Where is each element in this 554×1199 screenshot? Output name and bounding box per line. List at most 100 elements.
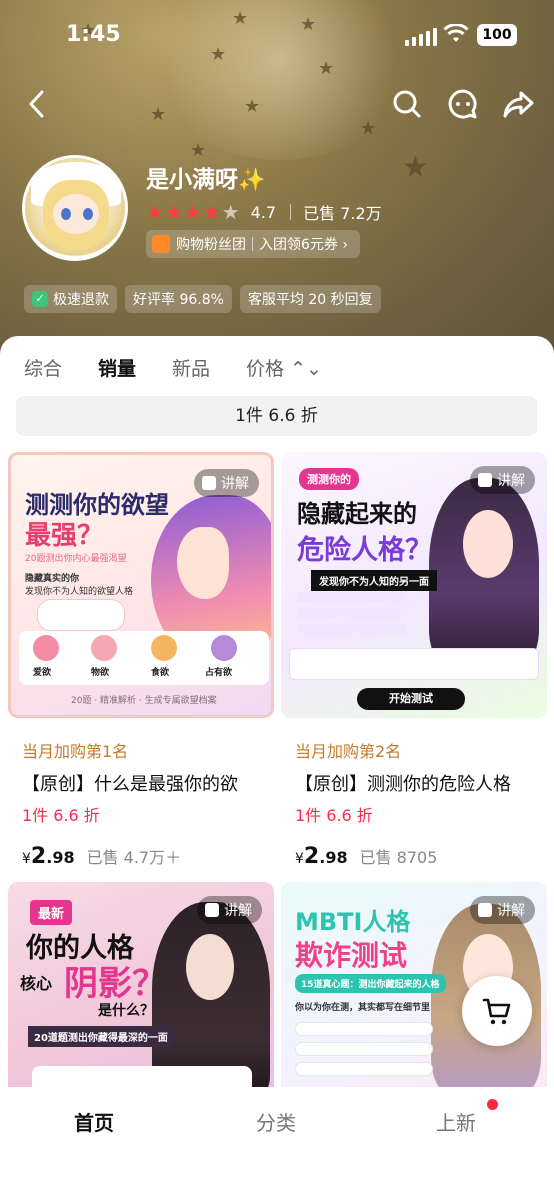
art-title-line3: 阴影？ [64,964,166,1004]
badge-label: 极速退款 [53,292,109,308]
product-rank: 当月加购第2名 [295,742,402,761]
art-chip-label: 占有欲 [205,668,233,678]
sparkle-icon: ✨ [238,168,266,193]
art-feature-list [295,1022,435,1096]
explain-label: 讲解 [221,476,249,492]
badge-response-time[interactable]: 客服平均 20 秒回复 [239,285,381,313]
shop-avatar[interactable] [22,155,128,261]
product-thumbnail[interactable]: 测测你的 隐藏起来的 危险人格？ 发现你不为人知的另一面 开始测试 讲解 [281,452,547,718]
explain-button[interactable]: 讲解 [470,466,535,494]
star-decoration: ★ [402,150,429,185]
art-chip-row: 爱欲 物欲 食欲 占有欲 [19,631,269,685]
shop-name: 是小满呀✨ [146,160,265,194]
art-chip-label: 物欲 [91,668,110,678]
rating-score: 4.7 [250,202,277,222]
art-cta: 开始测试 [357,688,465,710]
product-rank: 当月加购第1名 [22,742,129,761]
chat-bubble-icon [448,89,477,119]
product-thumbnail[interactable]: 最新 你的人格 核心 阴影？ 是什么？ 20道题测出你藏得最深的一面 讲解 [8,882,274,1096]
product-sold: 已售 4.7万＋ [86,848,182,867]
explain-icon [202,476,216,490]
status-time: 1:45 [66,22,121,47]
product-card[interactable]: 最新 你的人格 核心 阴影？ 是什么？ 20道题测出你藏得最深的一面 讲解 [8,882,274,1096]
tab-new[interactable]: 新品 [172,354,210,381]
product-discount: 1件 6.6 折 [22,806,100,825]
sort-tabs: 综合 销量 新品 价格 ⌃⌄ [24,354,322,381]
star-decoration: ★ [190,140,207,161]
price-currency: ¥ [295,851,304,867]
product-card[interactable]: 测测你的欲望 最强？ 20题测出你内心最强渴望 隐藏真实的你 发现你不为人知的欲… [8,452,274,882]
product-title[interactable]: 【原创】测测你的危险人格 [295,770,545,796]
share-button[interactable] [502,87,536,121]
art-chip-label: 爱欲 [33,668,52,678]
art-icon-row [289,648,539,680]
art-title-line2: 最强？ [25,521,104,551]
badge-positive-rate[interactable]: 好评率 96.8% [125,285,232,313]
price-integer: 2 [303,844,320,869]
fork-icon [151,635,177,661]
cart-button[interactable] [462,976,532,1046]
price-decimal: .98 [46,848,75,867]
art-question: 你以为你在测，其实都写在细节里 [295,1003,431,1013]
share-arrow-icon [503,91,534,118]
shop-badges: ✓ 极速退款 好评率 96.8% 客服平均 20 秒回复 [24,285,381,313]
art-feature-list [297,592,417,642]
explain-button[interactable]: 讲解 [197,896,262,924]
status-bar: 1:45 100 [0,20,554,54]
product-discount: 1件 6.6 折 [295,806,373,825]
back-button[interactable] [20,87,54,121]
rating-stars-icon: ★★★★★ [146,200,241,224]
product-price: ¥ 2 .98 已售 4.7万＋ [22,844,181,869]
fan-group-offer: 入团领6元券 › [259,237,348,253]
star-decoration: ★ [318,58,335,79]
fan-group-label: 购物粉丝团 [176,237,246,253]
fan-group-button[interactable]: 购物粉丝团 入团领6元券 › [146,230,360,258]
art-subtitle: 15道真心题：测出你藏起来的人格 [295,974,446,993]
shop-sold-count: 已售 7.2万 [303,204,382,223]
art-title-line2: 欺诈测试 [295,939,408,972]
explain-button[interactable]: 讲解 [194,469,259,497]
target-icon [211,635,237,661]
art-subtitle: 发现你不为人知的另一面 [311,570,437,591]
tab-sales[interactable]: 销量 [98,354,136,381]
explain-label: 讲解 [497,903,525,919]
badge-label: 客服平均 20 秒回复 [247,292,373,308]
shop-rating[interactable]: ★★★★★ 4.7 已售 7.2万 [146,200,382,224]
star-decoration: ★ [244,96,261,117]
avatar-eye [61,208,71,220]
product-price: ¥ 2 .98 已售 8705 [295,844,437,869]
nav-home[interactable]: 首页 [74,1107,114,1136]
art-chip-label: 食欲 [151,668,170,678]
shopping-cart-icon [482,998,511,1025]
explain-label: 讲解 [497,473,525,489]
nav-category[interactable]: 分类 [256,1107,296,1136]
tab-comprehensive[interactable]: 综合 [24,354,62,381]
star-decoration: ★ [150,104,167,125]
product-sold: 已售 8705 [359,848,438,867]
search-button[interactable] [390,87,424,121]
star-decoration: ★ [360,118,377,139]
product-title[interactable]: 【原创】什么是最强你的欲 [22,770,272,796]
price-integer: 2 [30,844,47,869]
price-currency: ¥ [22,851,31,867]
promo-discount-bar[interactable]: 1件 6.6 折 [16,396,537,436]
notification-dot [487,1099,498,1110]
customer-service-button[interactable] [446,87,480,121]
art-title-line4: 是什么？ [98,1003,154,1019]
product-thumbnail[interactable]: 测测你的欲望 最强？ 20题测出你内心最强渴望 隐藏真实的你 发现你不为人知的欲… [8,452,274,718]
badge-fast-refund[interactable]: ✓ 极速退款 [24,285,117,313]
avatar-eye [83,208,93,220]
nav-new-arrivals[interactable]: 上新 [436,1107,476,1136]
art-title-line2: 核心 [20,974,53,993]
art-tag: 最新 [30,900,73,925]
art-title-line1: 隐藏起来的 [297,500,417,528]
explain-label: 讲解 [224,903,252,919]
art-bubble [37,599,125,631]
art-subtitle: 20题测出你内心最强渴望 [25,554,127,564]
tab-price[interactable]: 价格 ⌃⌄ [246,354,322,381]
explain-button[interactable]: 讲解 [470,896,535,924]
product-card[interactable]: 测测你的 隐藏起来的 危险人格？ 发现你不为人知的另一面 开始测试 讲解 当月加… [281,452,547,882]
art-tag: 测测你的 [299,468,359,490]
cellular-signal-icon [405,28,437,46]
battery-icon: 100 [477,24,517,46]
